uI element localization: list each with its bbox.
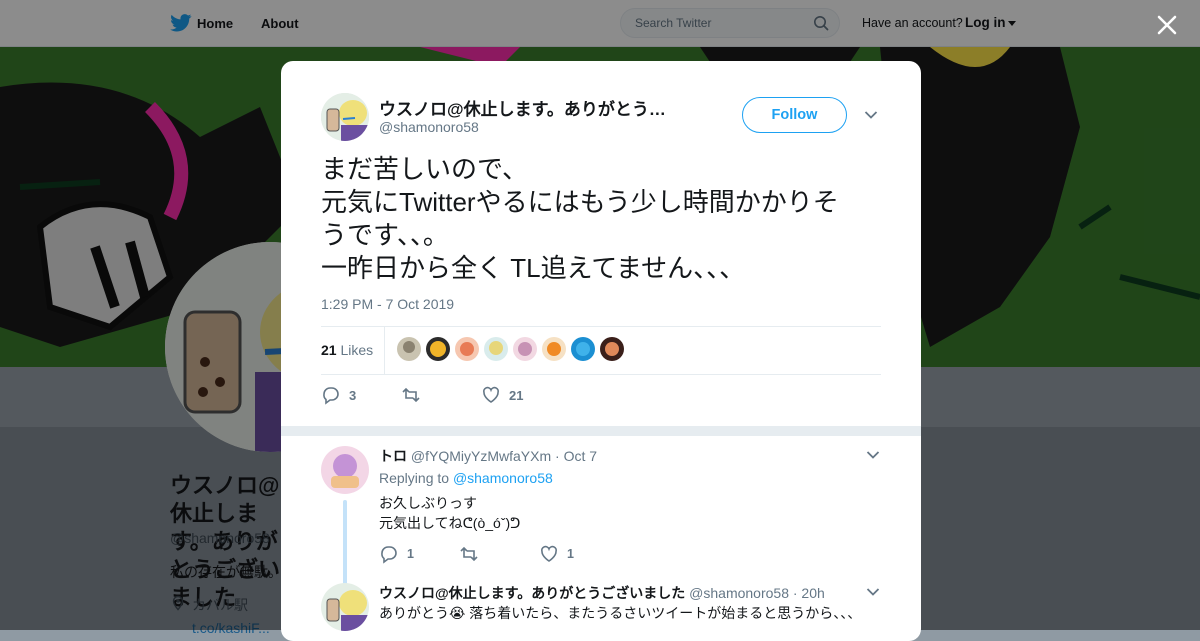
chevron-down-icon[interactable] — [866, 449, 880, 461]
tweet-actions: 3 21 — [321, 385, 881, 405]
liker-avatar[interactable] — [426, 337, 450, 361]
reply-avatar-image — [321, 446, 369, 494]
heart-icon — [482, 386, 500, 403]
reply-header: トロ @fYQMiyYzMwfaYXm · Oct 7 — [379, 446, 597, 466]
likers-avatars — [397, 337, 624, 361]
reply-count: 3 — [349, 387, 357, 403]
liker-avatar[interactable] — [455, 337, 479, 361]
likes-stat[interactable]: 21 Likes — [321, 342, 373, 358]
reply-author-name[interactable]: ウスノロ@休止します。ありがとうございました — [379, 585, 685, 601]
replies-separator — [281, 426, 921, 436]
tweet-text-line: まだ苦しいので、 — [321, 154, 528, 184]
likes-label: Likes — [340, 342, 374, 358]
liker-avatar[interactable] — [600, 337, 624, 361]
reply-time[interactable]: · 20h — [793, 585, 825, 601]
like-action[interactable]: 1 — [539, 544, 574, 564]
reply-tweet[interactable]: トロ @fYQMiyYzMwfaYXm · Oct 7 Replying to … — [321, 446, 881, 612]
reply-action[interactable]: 3 — [321, 385, 356, 405]
like-count: 1 — [567, 547, 574, 561]
reply-text-line: ありがとう😭 落ち着いたら、またうるさいツイートが始まると思うから、、、 — [379, 605, 862, 621]
author-name[interactable]: ウスノロ@休止します。ありがとう… — [379, 95, 689, 120]
chevron-down-icon[interactable] — [866, 586, 880, 598]
liker-avatar[interactable] — [513, 337, 537, 361]
like-count: 21 — [509, 387, 524, 403]
tweet-text-line: 元気にTwitterやるにはもう少し時間かかりそ — [321, 187, 839, 217]
reply-time[interactable]: · Oct 7 — [555, 448, 597, 464]
reply-author-handle[interactable]: @fYQMiyYzMwfaYXm — [411, 448, 551, 464]
close-icon[interactable] — [1155, 13, 1179, 37]
reply-header: ウスノロ@休止します。ありがとうございました @shamonoro58 · 20… — [379, 583, 825, 603]
reply-text: ありがとう😭 落ち着いたら、またうるさいツイートが始まると思うから、、、 — [379, 603, 861, 623]
reply-actions: 1 1 — [379, 544, 679, 564]
tweet-text: まだ苦しいので、 元気にTwitterやるにはもう少し時間かかりそ うです、、。… — [321, 153, 886, 285]
reply-avatar-image — [321, 583, 369, 631]
likes-count: 21 — [321, 342, 337, 358]
reply-author-handle[interactable]: @shamonoro58 — [689, 585, 789, 601]
reply-icon — [381, 546, 397, 564]
reply-text-line: 元気出してねᕦ(ò_óˇ)ᕤ — [379, 515, 521, 531]
retweet-icon — [402, 387, 420, 403]
chevron-down-icon[interactable] — [864, 109, 878, 121]
reply-icon — [323, 387, 339, 405]
reply-author-name[interactable]: トロ — [379, 448, 407, 464]
divider — [384, 327, 385, 374]
reply-action[interactable]: 1 — [379, 544, 414, 564]
tweet-modal: ウスノロ@休止します。ありがとう… @shamonoro58 Follow まだ… — [281, 61, 921, 641]
retweet-action[interactable] — [401, 385, 429, 405]
author-handle[interactable]: @shamonoro58 — [379, 119, 479, 135]
replying-to-handle[interactable]: @shamonoro58 — [453, 470, 553, 486]
tweet-text-line: うです、、。 — [321, 220, 449, 250]
tweet-stats: 21 Likes — [321, 326, 881, 375]
author-avatar-image — [321, 93, 369, 141]
retweet-action[interactable] — [459, 544, 479, 564]
like-action[interactable]: 21 — [481, 385, 523, 405]
follow-button[interactable]: Follow — [742, 97, 847, 133]
reply-author-avatar[interactable] — [321, 583, 369, 631]
reply-author-avatar[interactable] — [321, 446, 369, 494]
reply-text: お久しぶりっす 元気出してねᕦ(ò_óˇ)ᕤ — [379, 493, 520, 533]
liker-avatar[interactable] — [571, 337, 595, 361]
reply-text-line: お久しぶりっす — [379, 495, 477, 511]
replying-prefix: Replying to — [379, 470, 450, 486]
heart-icon — [540, 545, 558, 562]
liker-avatar[interactable] — [542, 337, 566, 361]
tweet-text-line: 一昨日から全く TL追えてません、、、 — [321, 253, 746, 283]
tweet-timestamp[interactable]: 1:29 PM - 7 Oct 2019 — [321, 296, 454, 312]
reply-tweet[interactable]: ウスノロ@休止します。ありがとうございました @shamonoro58 · 20… — [321, 583, 881, 641]
reply-count: 1 — [407, 547, 414, 561]
author-avatar[interactable] — [321, 93, 369, 141]
liker-avatar[interactable] — [484, 337, 508, 361]
replying-to: Replying to @shamonoro58 — [379, 470, 553, 486]
retweet-icon — [460, 546, 478, 562]
liker-avatar[interactable] — [397, 337, 421, 361]
